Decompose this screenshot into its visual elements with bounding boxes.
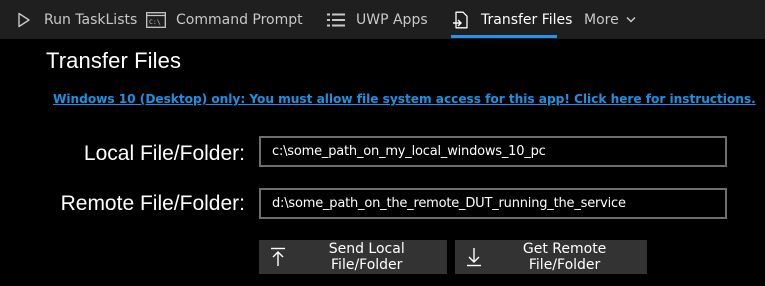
upload-icon — [269, 246, 286, 268]
nav-item-run-tasklists[interactable]: Run TaskLists — [14, 0, 137, 39]
remote-file-input[interactable] — [259, 188, 727, 219]
nav-item-transfer-files[interactable]: Transfer Files — [451, 0, 572, 39]
command-prompt-icon: C:\ — [146, 10, 166, 30]
more-label: More — [584, 11, 619, 28]
nav-more-button[interactable]: More — [584, 0, 636, 39]
play-icon — [14, 10, 34, 30]
top-nav-bar: Run TaskLists C:\ Command Prompt UWP App… — [0, 0, 765, 39]
download-icon — [465, 246, 482, 268]
nav-item-command-prompt[interactable]: C:\ Command Prompt — [146, 0, 303, 39]
get-button-label: Get Remote File/Folder — [522, 241, 607, 273]
remote-file-label: Remote File/Folder: — [60, 192, 245, 215]
nav-item-label: Run TaskLists — [44, 11, 138, 28]
nav-item-label: UWP Apps — [356, 11, 428, 28]
file-access-instructions-link[interactable]: Windows 10 (Desktop) only: You must allo… — [53, 92, 756, 106]
active-tab-indicator — [451, 35, 557, 38]
page-title: Transfer Files — [46, 48, 182, 73]
local-file-label: Local File/Folder: — [83, 142, 245, 165]
get-remote-button[interactable]: Get Remote File/Folder — [455, 240, 647, 274]
svg-text:C:\: C:\ — [149, 18, 161, 26]
list-icon — [326, 10, 346, 30]
chevron-down-icon — [626, 16, 636, 23]
local-file-input[interactable] — [259, 136, 727, 167]
nav-item-uwp-apps[interactable]: UWP Apps — [326, 0, 428, 39]
nav-item-label: Transfer Files — [481, 11, 573, 28]
send-button-label: Send Local File/Folder — [328, 241, 405, 273]
nav-item-label: Command Prompt — [176, 11, 303, 28]
send-local-button[interactable]: Send Local File/Folder — [259, 240, 447, 274]
transfer-icon — [451, 10, 471, 30]
